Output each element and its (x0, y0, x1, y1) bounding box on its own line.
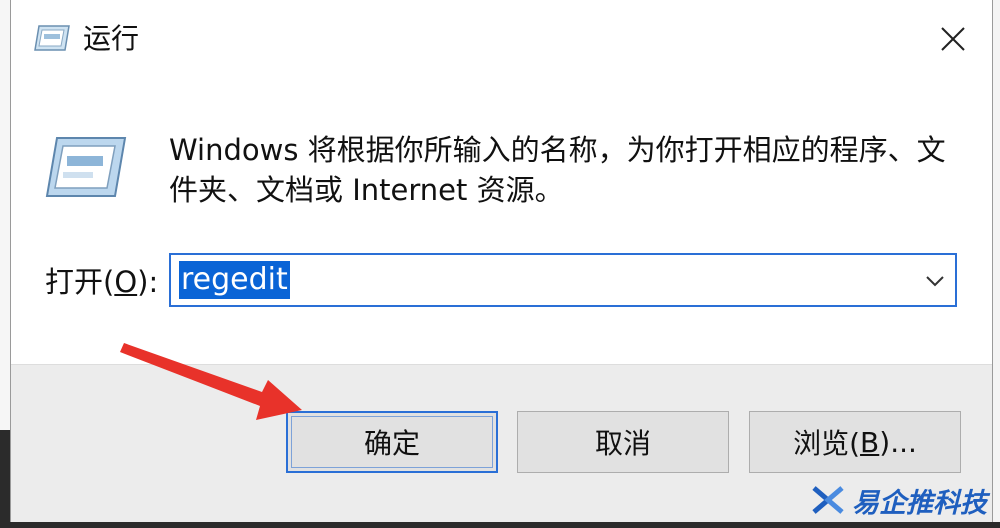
run-dialog: 运行 Windows 将根据你所输入的名称，为你打开相应的程序、文件夹、文档或 … (10, 0, 993, 523)
watermark-text: 易企推科技 (852, 487, 987, 519)
browse-button[interactable]: 浏览(B)... (749, 411, 961, 473)
ok-button[interactable]: 确定 (286, 411, 498, 473)
close-button[interactable] (923, 10, 983, 68)
chevron-down-icon[interactable] (923, 269, 947, 293)
open-label-accesskey: O (114, 265, 138, 299)
title-bar[interactable]: 运行 (11, 0, 992, 78)
background-left (0, 0, 10, 430)
window-title: 运行 (83, 22, 140, 55)
open-label: 打开(O): (45, 265, 159, 299)
cancel-button[interactable]: 取消 (517, 411, 729, 473)
watermark-logo-icon (812, 486, 844, 514)
dialog-description: Windows 将根据你所输入的名称，为你打开相应的程序、文件夹、文档或 Int… (169, 133, 946, 207)
command-input[interactable]: regedit (179, 261, 290, 299)
run-program-icon (43, 134, 127, 210)
watermark: 易企推科技 (810, 480, 987, 520)
bottom-bar (0, 522, 1000, 528)
background-right (993, 0, 1000, 528)
close-icon (941, 27, 965, 51)
run-icon (33, 24, 71, 58)
dialog-content: Windows 将根据你所输入的名称，为你打开相应的程序、文件夹、文档或 Int… (11, 78, 992, 358)
command-combobox[interactable]: regedit (169, 253, 957, 307)
browse-accesskey: B (860, 425, 880, 459)
